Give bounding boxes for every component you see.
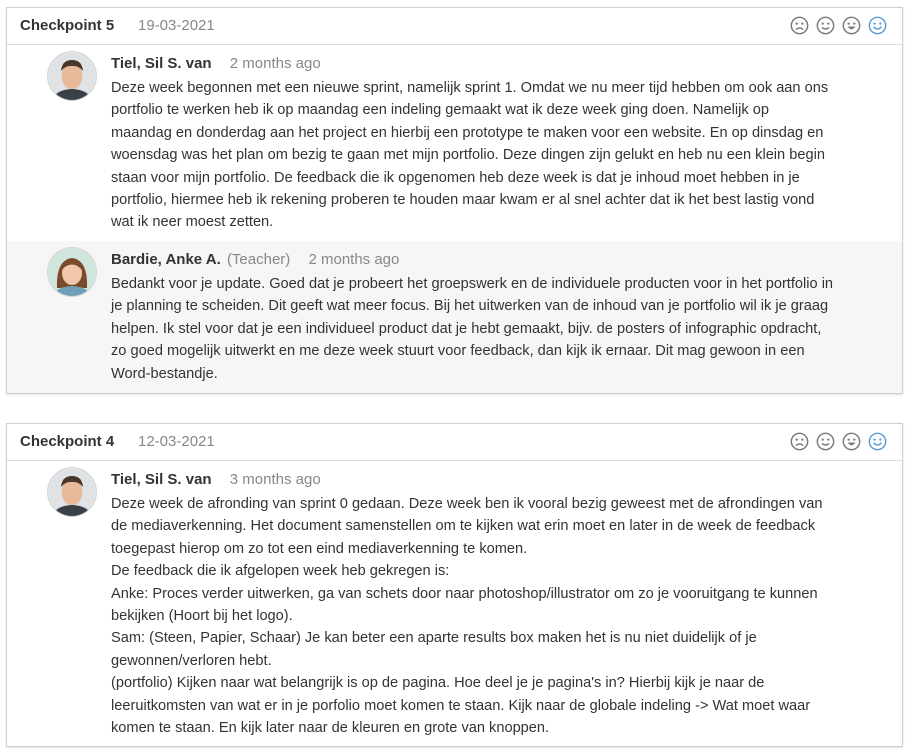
- happy-face-icon[interactable]: [868, 432, 887, 451]
- comment-line: je planning te scheiden. Dit geeft wat m…: [111, 298, 829, 315]
- grin-face-icon[interactable]: [842, 16, 861, 35]
- sad-face-icon[interactable]: [790, 432, 809, 451]
- comment-line: Deze week begonnen met een nieuwe sprint…: [111, 80, 829, 96]
- checkpoint-title: Checkpoint 5: [20, 17, 115, 34]
- comment-line: toegepast hierop om zo tot een eind medi…: [111, 540, 528, 557]
- comment-line: woensdag was het plan om bezig te gaan m…: [111, 147, 825, 164]
- author-name: Tiel, Sil S. van: [111, 471, 212, 488]
- student-avatar: [47, 51, 97, 101]
- comment-line: Sam: (Steen, Papier, Schaar) Je kan bete…: [111, 630, 757, 647]
- neutral-face-icon[interactable]: [816, 16, 835, 35]
- mood-selector: [790, 16, 887, 35]
- comment-line: komen te staan. En kijk later naar de kl…: [111, 720, 550, 737]
- comment-line: wat ik neer moest zetten.: [111, 214, 274, 231]
- comment-line: helpen. Ik stel voor dat je een individu…: [111, 320, 822, 337]
- checkpoint-card: Checkpoint 5 19-03-2021 Tiel, Sil S. van…: [6, 7, 903, 394]
- comment-line: gewonnen/verloren hebt.: [111, 652, 272, 669]
- comment-line: De feedback die ik afgelopen week heb ge…: [111, 563, 450, 580]
- comment-line: portfolio te werken heb ik op maandag ee…: [111, 102, 769, 119]
- checkpoint-header: Checkpoint 4 12-03-2021: [7, 424, 902, 461]
- comment-time: 2 months ago: [308, 251, 400, 268]
- checkpoint-title: Checkpoint 4: [20, 433, 115, 450]
- grin-face-icon[interactable]: [842, 432, 861, 451]
- comment-line: de mediaverkenning. Het document samenst…: [111, 518, 816, 535]
- comment-meta: Bardie, Anke A. (Teacher) 2 months ago: [111, 251, 399, 268]
- checkpoint-date: 12-03-2021: [138, 433, 215, 450]
- author-name: Bardie, Anke A.: [111, 251, 221, 268]
- comment-time: 2 months ago: [229, 55, 321, 72]
- author-role: (Teacher): [226, 251, 291, 268]
- comment-line: Bedankt voor je update. Goed dat je prob…: [111, 276, 834, 292]
- comment-line: leeruitkomsten van wat er in je porfolio…: [111, 697, 811, 714]
- comment-line: Deze week de afronding van sprint 0 geda…: [111, 496, 823, 512]
- comment-line: maandag en donderdag aan het project en …: [111, 124, 824, 141]
- teacher-avatar: [47, 247, 97, 297]
- comment-line: Anke: Proces verder uitwerken, ga van sc…: [111, 585, 818, 602]
- comment-line: (portfolio) Kijken naar wat belangrijk i…: [111, 675, 765, 692]
- comment-time: 3 months ago: [229, 471, 321, 488]
- checkpoint-date: 19-03-2021: [138, 17, 215, 34]
- student-avatar: [47, 467, 97, 517]
- mood-selector: [790, 432, 887, 451]
- comment-line: bekijken (Hoort bij het logo).: [111, 608, 293, 625]
- checkpoint-card: Checkpoint 4 12-03-2021 Tiel, Sil S. van…: [6, 423, 903, 747]
- comment-line: zo goed mogelijk uitwerkt en me deze wee…: [111, 343, 805, 360]
- sad-face-icon[interactable]: [790, 16, 809, 35]
- teacher-comment-entry: Bardie, Anke A. (Teacher) 2 months ago B…: [7, 241, 902, 393]
- comment-line: staan voor mijn portfolio. De feedback d…: [111, 169, 800, 186]
- author-name: Tiel, Sil S. van: [111, 55, 212, 72]
- comment-text: Deze week begonnen met een nieuwe sprint…: [111, 77, 901, 234]
- comment-line: portfolio, hiermee heb ik rekening probe…: [111, 192, 815, 209]
- comment-text: Deze week de afronding van sprint 0 geda…: [111, 493, 901, 739]
- comment-entry: Tiel, Sil S. van 2 months ago Deze week …: [7, 45, 902, 241]
- neutral-face-icon[interactable]: [816, 432, 835, 451]
- checkpoint-header: Checkpoint 5 19-03-2021: [7, 8, 902, 45]
- comment-line: Word-bestandje.: [111, 365, 218, 382]
- comment-meta: Tiel, Sil S. van 3 months ago: [111, 471, 321, 488]
- comment-meta: Tiel, Sil S. van 2 months ago: [111, 55, 321, 72]
- happy-face-icon[interactable]: [868, 16, 887, 35]
- comment-text: Bedankt voor je update. Goed dat je prob…: [111, 273, 901, 385]
- comment-entry: Tiel, Sil S. van 3 months ago Deze week …: [7, 461, 902, 746]
